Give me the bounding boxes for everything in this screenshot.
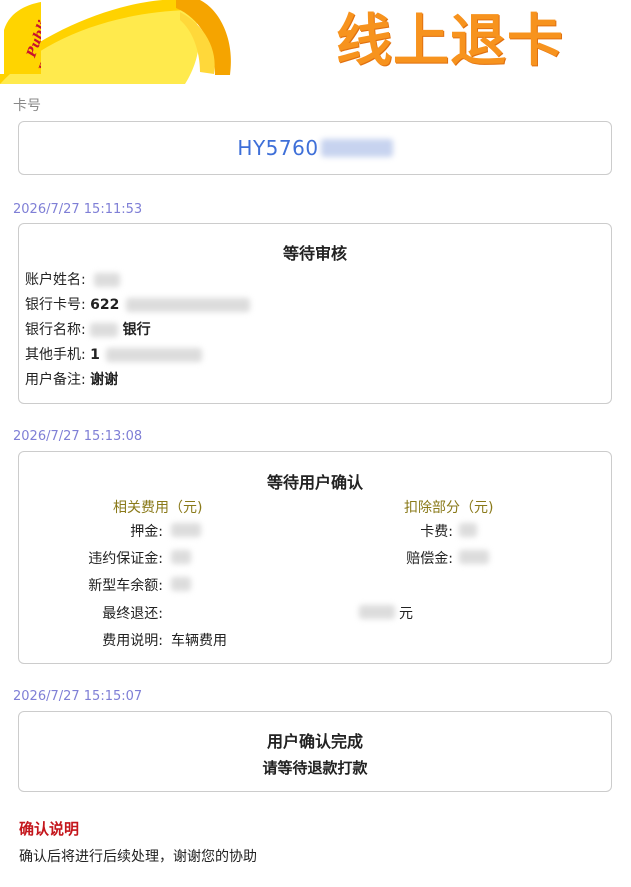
account-name-row: 账户姓名: xyxy=(25,269,121,289)
redacted-value xyxy=(90,323,119,337)
status-title: 等待用户确认 xyxy=(266,473,363,492)
redacted-value xyxy=(125,298,250,312)
penalty-deposit-label: 违约保证金: xyxy=(88,551,163,567)
user-remark-row: 用户备注: 谢谢 xyxy=(25,369,118,389)
status-title: 用户确认完成 xyxy=(266,732,363,751)
confirm-note-title: 确认说明 xyxy=(19,820,80,838)
compensation-label: 赔偿金: xyxy=(406,551,453,567)
field-label: 银行名称: xyxy=(25,322,86,338)
ebike-balance-label: 新型车余额: xyxy=(88,578,163,594)
redacted-value xyxy=(94,273,121,287)
confirm-complete-box: 用户确认完成 请等待退款打款 xyxy=(18,711,612,792)
card-number-value: HY5760 xyxy=(237,136,319,160)
currency-unit: 元 xyxy=(399,606,413,622)
status-subtitle: 请等待退款打款 xyxy=(262,759,368,777)
fee-description-value: 车辆费用 xyxy=(171,633,227,649)
step-timestamp: 2026/7/27 15:13:08 xyxy=(13,429,143,444)
redacted-balance xyxy=(171,577,191,591)
field-value: 谢谢 xyxy=(90,372,119,388)
fee-description-label: 费用说明: xyxy=(102,633,163,649)
bank-card-row: 银行卡号: 622 xyxy=(25,294,250,314)
field-label: 用户备注: xyxy=(25,372,86,388)
other-phone-row: 其他手机: 1 xyxy=(25,344,203,364)
field-value: 1 xyxy=(90,347,100,363)
field-value: 622 xyxy=(90,297,120,313)
redacted-card-fee xyxy=(459,523,477,537)
redacted-compensation xyxy=(459,550,489,564)
final-refund-label: 最终退还: xyxy=(102,606,163,622)
field-value: 银行 xyxy=(122,322,151,338)
redacted-value xyxy=(106,348,203,362)
header-banner: 线上退卡 Public Bike xyxy=(0,0,631,84)
redacted-deposit xyxy=(171,523,201,537)
deduction-header: 扣除部分（元) xyxy=(404,500,494,516)
field-label: 账户姓名: xyxy=(25,272,86,288)
public-bike-logo: Public Bike xyxy=(0,0,41,74)
bank-name-row: 银行名称: 银行 xyxy=(25,319,151,339)
step-timestamp: 2026/7/27 15:11:53 xyxy=(13,202,143,217)
redacted-card-digits xyxy=(320,139,393,157)
redacted-final-refund xyxy=(359,605,395,619)
redacted-penalty xyxy=(171,550,191,564)
confirm-note-text: 确认后将进行后续处理，谢谢您的协助 xyxy=(19,849,257,865)
deposit-label: 押金: xyxy=(130,524,163,540)
card-number-label: 卡号 xyxy=(13,98,41,114)
field-label: 银行卡号: xyxy=(25,297,86,313)
card-fee-label: 卡费: xyxy=(420,524,453,540)
page-title: 线上退卡 xyxy=(336,9,564,74)
user-confirm-box: 等待用户确认 相关费用（元) 扣除部分（元) 押金: 卡费: 违约保证金: 赔偿… xyxy=(18,451,612,664)
step-timestamp: 2026/7/27 15:15:07 xyxy=(13,689,143,704)
review-status-box: 等待审核 账户姓名: 银行卡号: 622 银行名称: 银行 其他手机: 1 用户… xyxy=(18,223,612,404)
fees-header: 相关费用（元) xyxy=(113,500,203,516)
field-label: 其他手机: xyxy=(25,347,86,363)
status-title: 等待审核 xyxy=(282,244,347,263)
card-number-field: HY5760 xyxy=(18,121,612,175)
